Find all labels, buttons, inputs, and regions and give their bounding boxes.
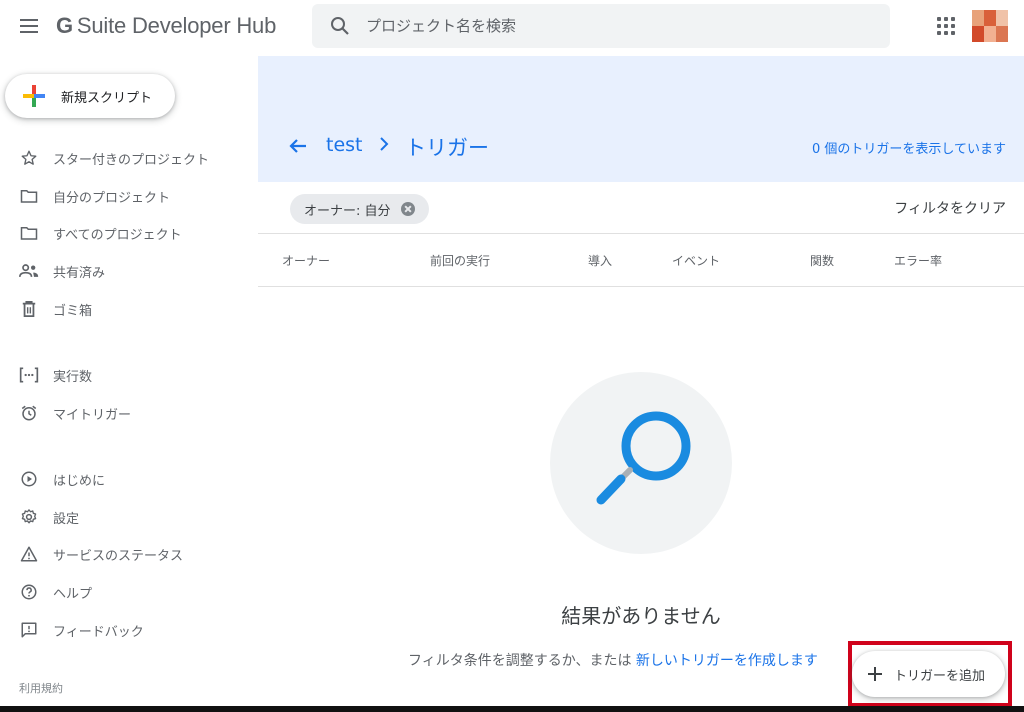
page-header: test トリガー 0 個のトリガーを表示しています [258, 56, 1024, 182]
play-circle-icon [19, 469, 39, 489]
sidebar-item-label: すべてのプロジェクト [53, 227, 182, 243]
logo-letter: G [56, 13, 73, 38]
column-header-event[interactable]: イベント [672, 252, 720, 269]
sidebar-item-getting-started[interactable]: はじめに [0, 461, 258, 497]
people-icon [19, 261, 39, 281]
empty-state-prefix: フィルタ条件を調整するか、または [408, 653, 636, 669]
top-bar: G Suite Developer Hub [0, 0, 1024, 52]
sidebar-item-label: マイトリガー [53, 407, 132, 423]
trigger-count: 0 個のトリガーを表示しています [811, 142, 1006, 157]
terms-link[interactable]: 利用規約 [19, 680, 63, 696]
app-title: Suite Developer Hub [76, 13, 277, 38]
app-root: G Suite Developer Hub 新規スクリプト スター付きのプロジェ… [0, 0, 1024, 712]
sidebar-item-settings[interactable]: 設定 [0, 499, 258, 535]
search-input[interactable] [366, 17, 846, 35]
sidebar-item-my-projects[interactable]: 自分のプロジェクト [0, 178, 258, 214]
filter-bar: オーナー: 自分 フィルタをクリア [258, 182, 1024, 234]
chevron-right-icon [380, 137, 389, 151]
plus-icon [868, 667, 882, 681]
sidebar-item-label: フィードバック [53, 624, 144, 640]
sidebar-item-shared[interactable]: 共有済み [0, 253, 258, 289]
column-header-owner[interactable]: オーナー [282, 252, 330, 269]
add-trigger-label: トリガーを追加 [894, 668, 986, 684]
table-header: オーナー 前回の実行 導入 イベント 関数 エラー率 [258, 235, 1024, 287]
sidebar-item-label: はじめに [53, 473, 106, 489]
apps-grid-icon[interactable] [934, 14, 958, 38]
star-icon [19, 148, 39, 168]
sidebar-item-starred[interactable]: スター付きのプロジェクト [0, 140, 258, 176]
sidebar-item-label: 共有済み [53, 265, 106, 281]
sidebar-item-label: 自分のプロジェクト [53, 190, 171, 206]
sidebar-item-label: ゴミ箱 [53, 303, 93, 319]
search-box[interactable] [312, 4, 890, 48]
sidebar-item-service-status[interactable]: サービスのステータス [0, 536, 258, 572]
sidebar-item-label: ヘルプ [53, 586, 93, 602]
sidebar-item-label: 設定 [53, 511, 80, 527]
breadcrumb-project[interactable]: test [326, 134, 363, 156]
new-script-button[interactable]: 新規スクリプト [5, 74, 175, 118]
feedback-icon [19, 620, 39, 640]
sidebar-item-label: スター付きのプロジェクト [53, 152, 210, 168]
create-trigger-link[interactable]: 新しいトリガーを作成します [636, 653, 818, 669]
warning-icon [19, 544, 39, 564]
page-title: トリガー [405, 136, 489, 160]
close-icon[interactable] [400, 202, 415, 216]
sidebar-item-help[interactable]: ヘルプ [0, 574, 258, 610]
gear-icon [19, 507, 39, 527]
help-icon [19, 582, 39, 602]
column-header-function[interactable]: 関数 [810, 252, 834, 269]
empty-state-illustration [550, 372, 732, 554]
sidebar-item-label: 実行数 [53, 369, 93, 385]
sidebar-item-executions[interactable]: 実行数 [0, 357, 258, 393]
magnifier-icon [596, 411, 691, 505]
app-logo[interactable]: G Suite Developer Hub [56, 12, 276, 40]
sidebar-item-trash[interactable]: ゴミ箱 [0, 291, 258, 327]
alarm-icon [19, 403, 39, 423]
sidebar: 新規スクリプト スター付きのプロジェクト 自分のプロジェクト すべてのプロジェク… [0, 52, 258, 712]
column-header-error-rate[interactable]: エラー率 [894, 252, 942, 269]
main-content: test トリガー 0 個のトリガーを表示しています オーナー: 自分 フィルタ… [258, 52, 1024, 712]
search-icon[interactable] [328, 14, 352, 38]
column-header-last-run[interactable]: 前回の実行 [430, 252, 490, 269]
clear-filter-button[interactable]: フィルタをクリア [894, 198, 1006, 218]
sidebar-item-my-triggers[interactable]: マイトリガー [0, 395, 258, 431]
folder-icon [19, 186, 39, 206]
executions-icon [19, 365, 39, 385]
sidebar-item-label: サービスのステータス [53, 548, 184, 564]
new-script-label: 新規スクリプト [61, 90, 153, 106]
bottom-strip [0, 706, 1024, 712]
trash-icon [19, 299, 39, 319]
folder-icon [19, 223, 39, 243]
back-arrow-icon[interactable] [286, 134, 310, 158]
colored-plus-icon [23, 85, 45, 107]
sidebar-item-all-projects[interactable]: すべてのプロジェクト [0, 215, 258, 251]
column-header-deployment[interactable]: 導入 [588, 252, 612, 269]
hamburger-menu-icon[interactable] [12, 10, 46, 42]
empty-state-title: 結果がありません [561, 604, 721, 628]
avatar[interactable] [972, 10, 1008, 42]
add-trigger-button[interactable]: トリガーを追加 [852, 651, 1005, 697]
chip-label: オーナー: 自分 [304, 203, 391, 219]
empty-state-message: フィルタ条件を調整するか、または 新しいトリガーを作成します [408, 650, 818, 670]
sidebar-item-feedback[interactable]: フィードバック [0, 612, 258, 648]
owner-filter-chip[interactable]: オーナー: 自分 [290, 194, 429, 224]
